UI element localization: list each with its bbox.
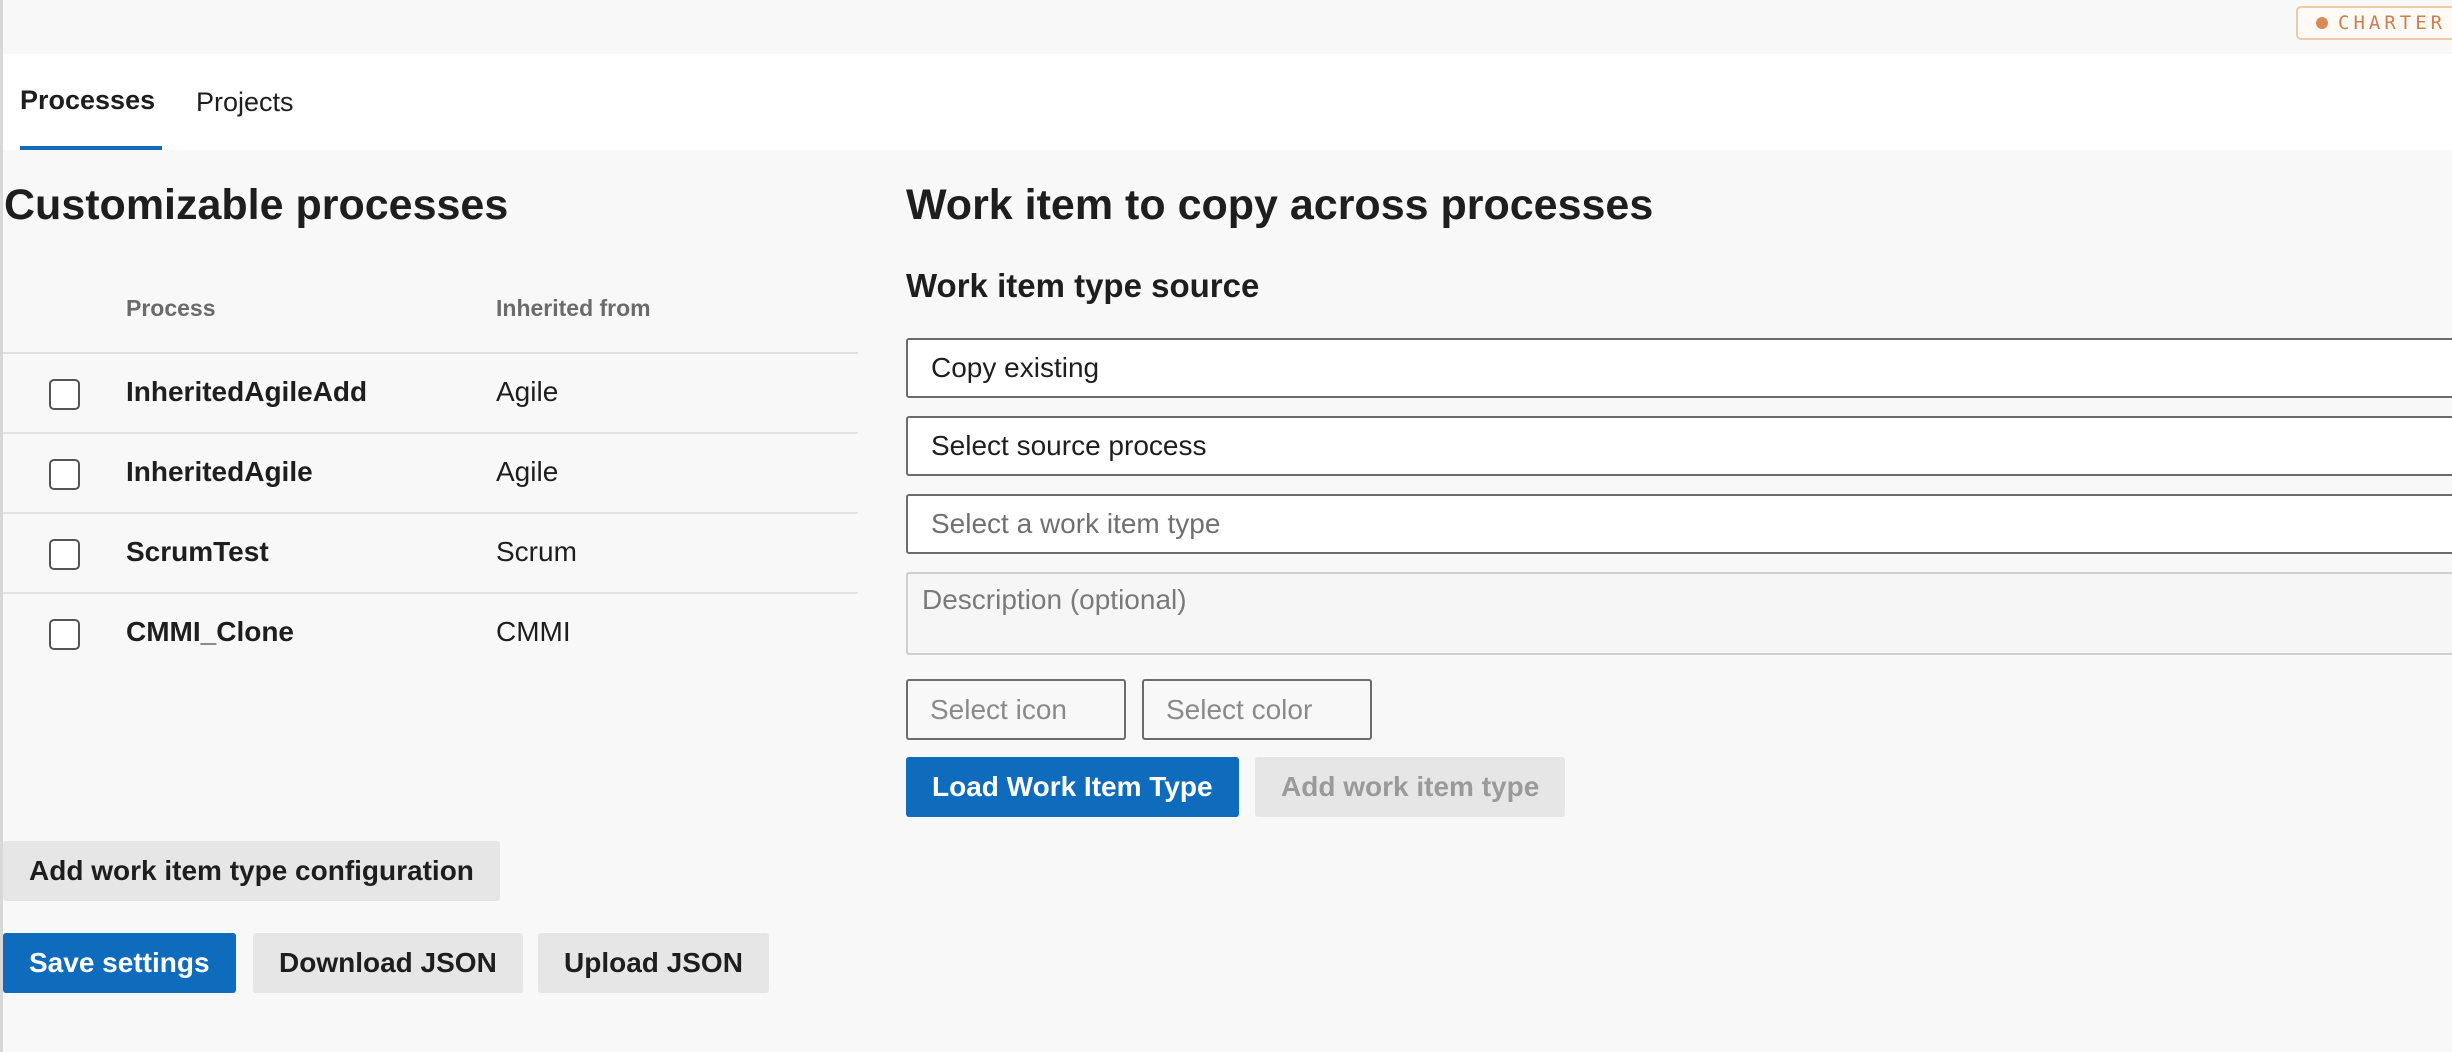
inherited-from: Agile: [496, 456, 559, 487]
column-header-inherited: Inherited from: [496, 295, 651, 321]
row-checkbox[interactable]: [49, 619, 80, 650]
tab-bar: Processes Projects: [3, 54, 2452, 150]
tab-processes[interactable]: Processes: [20, 54, 162, 150]
description-field[interactable]: [906, 572, 2452, 655]
processes-title: Customizable processes: [4, 181, 509, 229]
process-name: ScrumTest: [126, 536, 269, 567]
color-input[interactable]: [1142, 679, 1372, 740]
process-name: InheritedAgile: [126, 456, 313, 487]
charter-badge: CHARTER: [2296, 6, 2452, 40]
table-row: InheritedAgile Agile: [3, 434, 858, 514]
tab-projects[interactable]: Projects: [196, 54, 294, 150]
upload-json-button[interactable]: Upload JSON: [538, 933, 769, 993]
tab-label: Processes: [20, 84, 156, 115]
table-row: CMMI_Clone CMMI: [3, 594, 858, 674]
select-placeholder: Select a work item type: [931, 508, 1221, 539]
process-name: CMMI_Clone: [126, 616, 294, 647]
row-checkbox[interactable]: [49, 379, 80, 410]
top-bar: [3, 0, 2452, 54]
source-mode-select[interactable]: Copy existing: [906, 338, 2452, 398]
inherited-from: CMMI: [496, 616, 571, 647]
process-name: InheritedAgileAdd: [126, 376, 368, 407]
status-dot-icon: [2316, 17, 2328, 29]
add-work-item-type-configuration-button[interactable]: Add work item type configuration: [3, 841, 500, 901]
select-value: Select source process: [931, 430, 1207, 461]
tab-label: Projects: [196, 86, 294, 117]
add-work-item-type-button[interactable]: Add work item type: [1255, 757, 1566, 817]
inherited-from: Scrum: [496, 536, 577, 567]
table-row: InheritedAgileAdd Agile: [3, 354, 858, 434]
table-row: ScrumTest Scrum: [3, 514, 858, 594]
inherited-from: Agile: [496, 376, 559, 407]
source-title: Work item type source: [906, 267, 1260, 304]
row-checkbox[interactable]: [49, 459, 80, 490]
column-header-process: Process: [126, 295, 216, 321]
save-settings-button[interactable]: Save settings: [3, 933, 236, 993]
download-json-button[interactable]: Download JSON: [253, 933, 523, 993]
copy-title: Work item to copy across processes: [906, 181, 1654, 229]
source-process-select[interactable]: Select source process: [906, 416, 2452, 476]
select-value: Copy existing: [931, 352, 1100, 383]
icon-input[interactable]: [906, 679, 1126, 740]
work-item-type-select[interactable]: Select a work item type: [906, 494, 2452, 554]
row-checkbox[interactable]: [49, 539, 80, 570]
badge-label: CHARTER: [2338, 12, 2447, 34]
load-work-item-type-button[interactable]: Load Work Item Type: [906, 757, 1239, 817]
